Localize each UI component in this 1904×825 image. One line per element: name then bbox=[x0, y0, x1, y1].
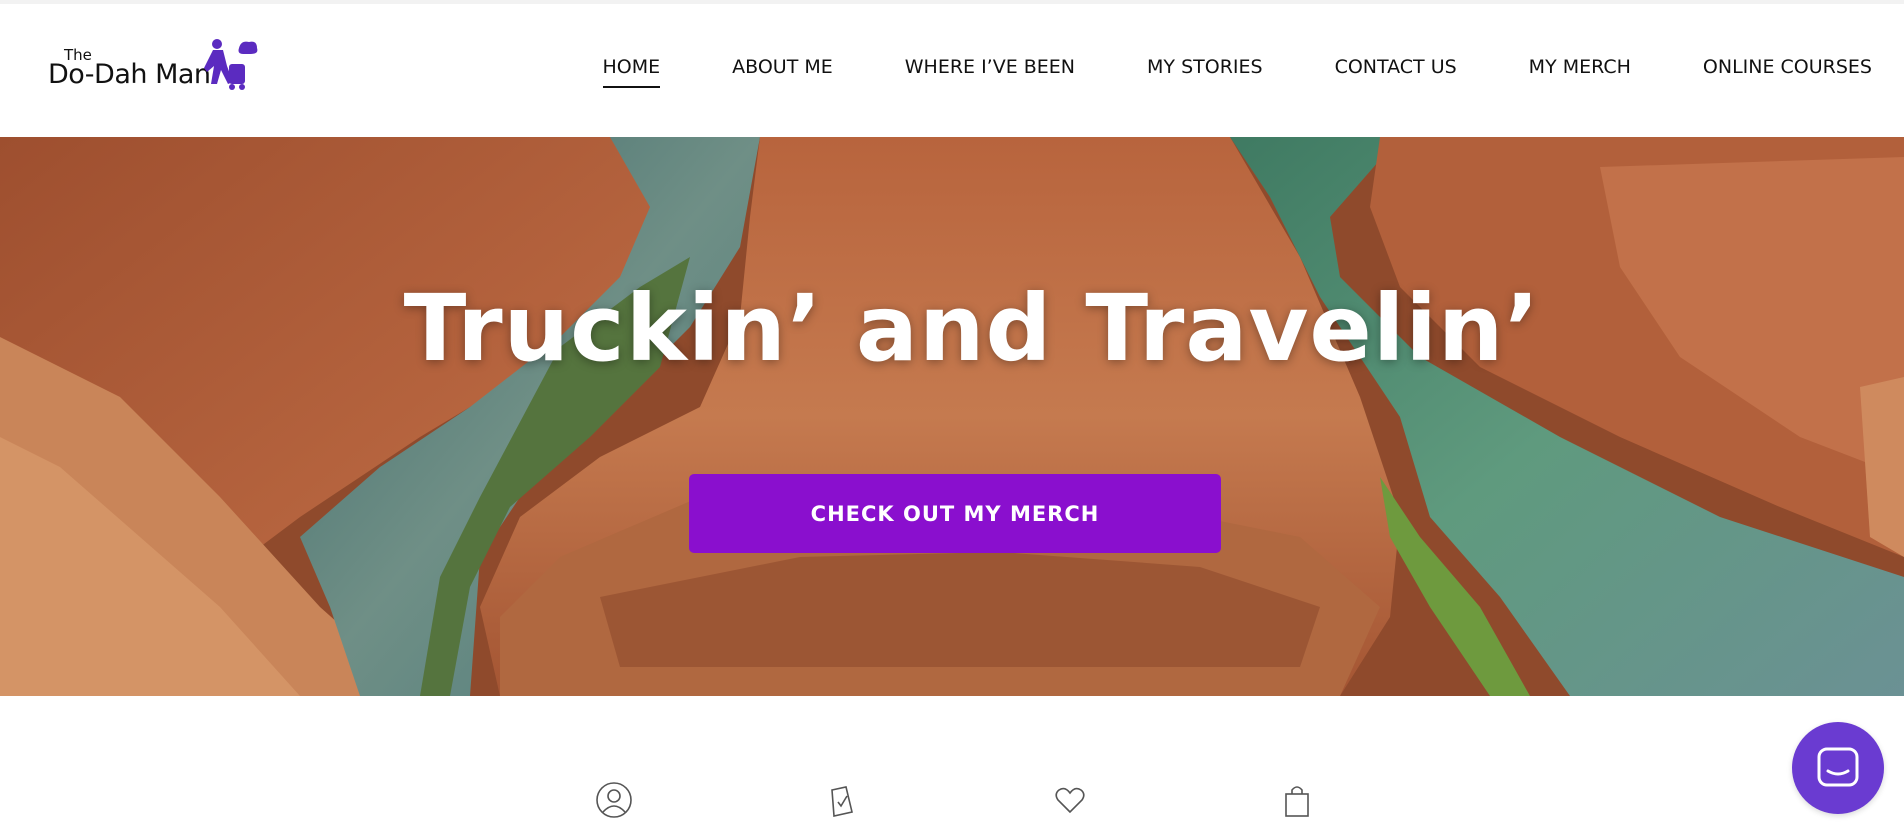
feature-icons-row bbox=[0, 780, 1904, 820]
nav-online-courses[interactable]: ONLINE COURSES bbox=[1703, 56, 1872, 88]
user-icon[interactable] bbox=[594, 780, 634, 820]
nav-about-me[interactable]: ABOUT ME bbox=[732, 56, 833, 88]
horseshoe-bend-canyon-image bbox=[0, 137, 1904, 696]
traveler-icon bbox=[204, 39, 258, 90]
check-out-merch-button[interactable]: CHECK OUT MY MERCH bbox=[689, 474, 1221, 553]
heart-icon[interactable] bbox=[1050, 780, 1090, 820]
hero-title: Truckin’ and Travelin’ bbox=[403, 275, 1541, 382]
nav-contact-us[interactable]: CONTACT US bbox=[1335, 56, 1457, 88]
nav-where-ive-been[interactable]: WHERE I’VE BEEN bbox=[905, 56, 1075, 88]
site-logo[interactable]: The Do-Dah Man bbox=[46, 38, 261, 98]
chat-icon bbox=[1817, 747, 1859, 787]
chat-launcher-button[interactable] bbox=[1792, 722, 1884, 814]
nav-home[interactable]: HOME bbox=[602, 56, 660, 88]
shopping-bag-icon[interactable] bbox=[1277, 780, 1317, 820]
hero-banner: Truckin’ and Travelin’ CHECK OUT MY MERC… bbox=[0, 137, 1904, 696]
nav-my-stories[interactable]: MY STORIES bbox=[1147, 56, 1263, 88]
logo-main-text: Do-Dah Man bbox=[48, 59, 211, 90]
main-nav: HOME ABOUT ME WHERE I’VE BEEN MY STORIES… bbox=[602, 56, 1872, 88]
nav-my-merch[interactable]: MY MERCH bbox=[1529, 56, 1631, 88]
checklist-icon[interactable] bbox=[822, 780, 862, 820]
site-header: The Do-Dah Man HOME ABOUT ME WHERE I’VE … bbox=[0, 0, 1904, 137]
